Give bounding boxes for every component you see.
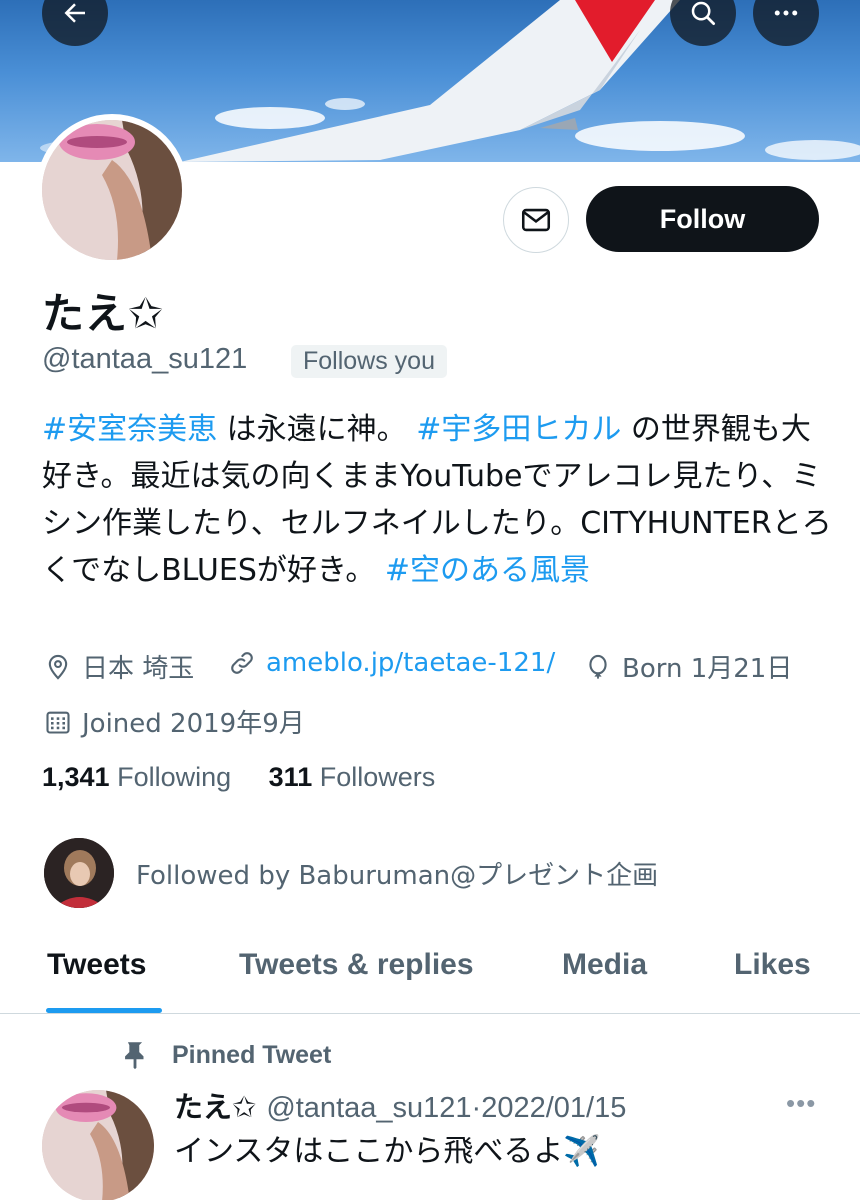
pin-icon [125,1042,144,1070]
followers-count: 311 [268,762,313,792]
follow-button[interactable]: Follow [586,186,819,252]
separator-dot: · [471,1092,482,1124]
hashtag-link[interactable]: #安室奈美恵 [42,412,217,447]
hashtag-link[interactable]: #空のある風景 [385,553,590,588]
profile-location: 日本 埼玉 [44,648,194,685]
tab-divider [0,1013,860,1014]
profile-bio: #安室奈美恵 は永遠に神。 #宇多田ヒカル の世界観も大好き。最近は気の向くまま… [42,406,832,594]
birthday-text: Born 1月21日 [622,654,793,684]
tab-tweets[interactable]: Tweets [47,948,146,982]
pinned-tweet-label: Pinned Tweet [118,1038,331,1072]
avatar-image [42,120,182,260]
search-icon [691,1,715,25]
tweet-author-name[interactable]: たえ✩ [174,1084,256,1126]
tab-tweets-replies[interactable]: Tweets & replies [239,948,474,982]
username-handle: @tantaa_su121 [42,343,248,375]
profile-avatar[interactable] [36,114,188,266]
follow-stats: 1,341 Following 311 Followers [42,762,435,793]
profile-website[interactable]: ameblo.jp/taetae-121/ [228,648,555,678]
tweet-author-avatar[interactable] [42,1090,154,1200]
message-button[interactable] [503,187,569,253]
joined-text: Joined 2019年9月 [82,709,305,739]
follows-you-badge: Follows you [291,345,447,378]
followers-link[interactable]: 311 Followers [269,762,436,792]
tab-media[interactable]: Media [562,948,647,982]
tweet-header: たえ✩ @tantaa_su121 · 2022/01/15 [174,1084,626,1126]
mail-icon [521,208,551,232]
tweet-more-button[interactable]: ••• [786,1088,816,1119]
calendar-icon [46,711,70,734]
bio-text: は永遠に神。 [217,412,417,447]
profile-joined: Joined 2019年9月 [44,703,305,740]
hashtag-link[interactable]: #宇多田ヒカル [416,412,621,447]
tweet-text: インスタはここから飛べるよ✈️ [174,1134,601,1169]
balloon-icon [589,654,607,679]
tweet-timestamp[interactable]: 2022/01/15 [481,1092,626,1125]
tweet-author-handle[interactable]: @tantaa_su121 [266,1092,471,1125]
followed-by[interactable]: Followed by Baburuman@プレゼント企画 [44,838,658,908]
link-icon [231,652,253,674]
followers-label: Followers [312,762,436,792]
profile-birthday: Born 1月21日 [584,648,792,685]
location-text: 日本 埼玉 [82,654,195,684]
display-name: たえ✩ [42,290,165,337]
followed-by-text: Followed by Baburuman@プレゼント企画 [136,860,659,891]
follower-avatar [44,838,114,908]
avatar-image [42,1090,154,1200]
following-link[interactable]: 1,341 Following [42,762,231,792]
location-pin-icon [48,654,68,680]
arrow-left-icon [64,3,85,23]
following-count: 1,341 [42,762,110,792]
more-horizontal-icon [774,10,798,16]
pinned-text: Pinned Tweet [172,1040,332,1069]
website-link[interactable]: ameblo.jp/taetae-121/ [266,648,555,678]
following-label: Following [109,762,232,792]
tab-likes[interactable]: Likes [734,948,811,982]
